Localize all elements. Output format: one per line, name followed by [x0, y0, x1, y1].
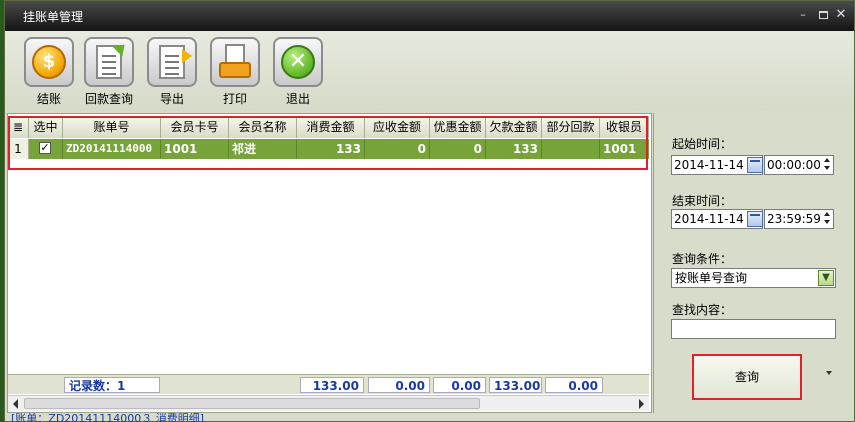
start-time-field[interactable]: 00:00:00	[764, 155, 834, 175]
chevron-down-icon[interactable]: ▼	[818, 270, 834, 286]
debt-total: 133.00	[489, 377, 542, 393]
coin-settle-icon: $	[32, 45, 66, 79]
column-header-receivable[interactable]: 应收金额	[365, 116, 430, 138]
export-label: 导出	[159, 92, 184, 106]
end-time-field[interactable]: 23:59:59	[764, 209, 834, 229]
member-card-cell: 1001	[161, 139, 229, 159]
column-header-debt[interactable]: 欠款金额	[486, 116, 542, 138]
partial-refund-cell	[542, 139, 600, 159]
search-content-input[interactable]	[671, 319, 836, 339]
detail-status-line: [账单：ZD20141114000３ 消费明细]	[11, 413, 205, 422]
printer-icon	[219, 44, 251, 80]
start-time-value: 00:00:00	[767, 158, 821, 172]
record-count: 记录数：1	[64, 377, 160, 393]
column-header-selected[interactable]: 选中	[29, 116, 63, 138]
horizontal-scrollbar[interactable]	[8, 395, 649, 411]
consumption-cell: 133	[297, 139, 365, 159]
query-options-chevron-icon[interactable]	[826, 371, 832, 375]
grid-summary-footer: 记录数：1 133.00 0.00 0.00 133.00 0.00	[8, 374, 649, 394]
column-header-member-card[interactable]: 会员卡号	[161, 116, 229, 138]
scroll-left-icon[interactable]	[13, 399, 18, 409]
column-header-bill-no[interactable]: 账单号	[63, 116, 161, 138]
query-button[interactable]: 查询	[692, 354, 802, 400]
discount-total: 0.00	[433, 377, 486, 393]
refund-query-label: 回款查询	[84, 92, 133, 106]
row-number: 1	[8, 139, 29, 159]
partial-refund-total: 0.00	[545, 377, 603, 393]
column-header-partial-refund[interactable]: 部分回款	[542, 116, 600, 138]
exit-button[interactable]: ✕ 退出	[266, 37, 330, 107]
cashier-cell: 1001	[603, 142, 637, 156]
consumption-total: 133.00	[300, 377, 364, 393]
maximize-icon	[818, 11, 828, 19]
calendar-icon[interactable]	[747, 157, 763, 173]
bill-grid: ≣ 选中 账单号 会员卡号 会员名称 消费金额 应收金额 优惠金额 欠款金额 部…	[7, 113, 652, 413]
bill-no-cell: ZD20141114000	[63, 139, 161, 159]
print-button[interactable]: 打印	[203, 37, 267, 107]
scrollbar-thumb[interactable]	[24, 398, 480, 409]
export-button[interactable]: 导出	[140, 37, 204, 107]
receivable-total: 0.00	[368, 377, 430, 393]
start-time-label: 起始时间：	[672, 137, 733, 151]
debt-cell: 133	[486, 139, 542, 159]
exit-icon: ✕	[281, 45, 315, 79]
toolbar: $ 结账 回款查询 导出 打印 ✕ 退出	[5, 31, 854, 111]
column-header-consumption[interactable]: 消费金额	[297, 116, 365, 138]
print-label: 打印	[222, 92, 247, 106]
end-time-value: 23:59:59	[767, 212, 821, 226]
receivable-cell: 0	[365, 139, 430, 159]
bill-management-window: 挂账单管理 – ✕ $ 结账 回款查询 导出 打印 ✕ 退出 ≣ 选中 账单号 …	[4, 0, 855, 422]
end-time-label: 结束时间：	[672, 194, 733, 208]
condition-label: 查询条件：	[672, 252, 733, 266]
maximize-button[interactable]	[816, 8, 830, 22]
time-spinner-icon[interactable]	[823, 158, 832, 172]
scroll-right-icon[interactable]	[639, 399, 644, 409]
column-header-cashier[interactable]: 收银员	[600, 116, 649, 138]
time-spinner-icon[interactable]	[823, 212, 832, 226]
window-title: 挂账单管理	[23, 10, 84, 24]
condition-value: 按账单号查询	[675, 271, 748, 285]
calendar-icon[interactable]	[747, 211, 763, 227]
table-row[interactable]: 1 ✓ ZD20141114000 1001 祁进 133 0 0 133 10…	[8, 139, 649, 159]
close-button[interactable]: ✕	[834, 8, 848, 22]
exit-label: 退出	[285, 92, 310, 106]
search-content-label: 查找内容：	[672, 303, 733, 317]
minimize-button[interactable]: –	[796, 8, 810, 22]
refund-query-button[interactable]: 回款查询	[77, 37, 141, 107]
row-select-checkbox[interactable]: ✓	[39, 142, 51, 154]
member-name-cell: 祁进	[229, 139, 297, 159]
column-header-member-name[interactable]: 会员名称	[229, 116, 297, 138]
settle-label: 结账	[36, 92, 61, 106]
query-panel: 起始时间： 2014-11-14 00:00:00 结束时间： 2014-11-…	[653, 113, 851, 413]
settle-button[interactable]: $ 结账	[17, 37, 81, 107]
grid-header: ≣ 选中 账单号 会员卡号 会员名称 消费金额 应收金额 优惠金额 欠款金额 部…	[8, 116, 649, 138]
discount-cell: 0	[430, 139, 486, 159]
grid-menu-icon[interactable]: ≣	[8, 116, 29, 138]
title-bar: 挂账单管理 – ✕	[5, 1, 854, 31]
export-document-icon	[159, 45, 192, 79]
refund-document-icon	[96, 39, 130, 79]
condition-select[interactable]: 按账单号查询 ▼	[671, 268, 836, 288]
column-header-discount[interactable]: 优惠金额	[430, 116, 486, 138]
